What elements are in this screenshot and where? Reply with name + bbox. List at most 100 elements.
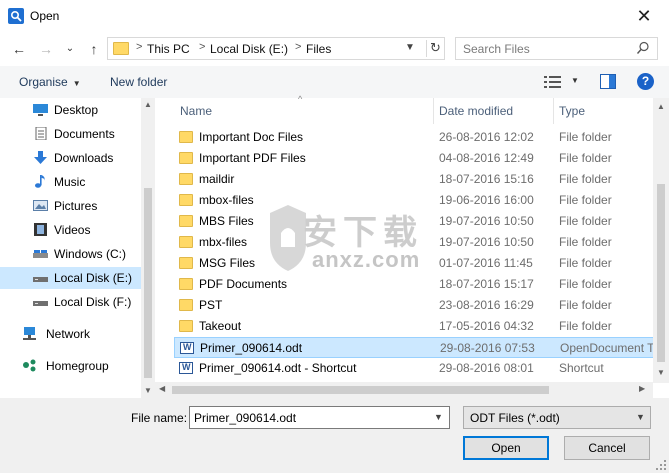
folder-icon [179,194,193,206]
breadcrumb-files[interactable]: Files [306,42,331,56]
scroll-down-icon[interactable]: ▼ [657,368,665,377]
file-row[interactable]: Important Doc Files 26-08-2016 12:02 File … [174,127,654,148]
file-row[interactable]: PST 23-08-2016 16:29 File folder [174,295,654,316]
file-row[interactable]: PDF Documents 18-07-2016 15:17 File folder [174,274,654,295]
column-header-type[interactable]: Type [553,98,653,124]
sidebar-item-label: Documents [54,127,115,141]
recent-locations-button[interactable]: ⌄ [61,40,79,58]
chevron-down-icon[interactable]: ▼ [571,76,579,85]
breadcrumb-local-disk-e[interactable]: Local Disk (E:) [210,42,288,56]
filetype-select[interactable]: ODT Files (*.odt) ▼ [463,406,651,429]
folder-icon [179,320,193,332]
desktop-icon [33,104,48,116]
folder-icon [179,257,193,269]
column-header-name[interactable]: Name [174,98,433,124]
search-box[interactable]: Search Files [455,37,658,60]
sidebar-scrollbar[interactable]: ▲ ▼ [141,98,155,398]
breadcrumb-this-pc[interactable]: This PC [147,42,190,56]
forward-button[interactable]: → [37,40,55,58]
up-button[interactable]: ↑ [85,40,103,58]
sidebar-item-label: Windows (C:) [54,247,127,261]
column-label: Type [559,104,586,118]
dialog-footer: File name: Primer_090614.odt ▼ ODT Files… [0,398,669,473]
scroll-up-icon[interactable]: ▲ [144,100,152,109]
new-folder-button[interactable]: New folder [110,75,167,89]
file-type: File folder [559,235,612,249]
file-type: File folder [559,277,612,291]
scroll-right-icon[interactable]: ▶ [639,384,645,393]
sidebar-item-local-disk-e[interactable]: Local Disk (E:) [0,267,141,289]
folder-icon [179,278,193,290]
sidebar-item-windows-c[interactable]: Windows (C:) [0,243,141,265]
organise-label: Organise [19,75,68,89]
sidebar-item-downloads[interactable]: Downloads [0,147,141,169]
sidebar-item-homegroup[interactable]: Homegroup [0,355,141,377]
chevron-down-icon[interactable]: ▼ [405,42,415,53]
file-row[interactable]: Primer_090614.odt - Shortcut 29-08-2016 0… [174,358,654,379]
close-button[interactable]: ✕ [626,4,662,28]
back-button[interactable]: ← [10,40,28,58]
scrollbar-thumb[interactable] [144,188,152,378]
file-type: File folder [559,172,612,186]
drive-icon [33,301,48,306]
search-input[interactable]: Search Files [463,42,530,56]
filename-input[interactable]: Primer_090614.odt [194,411,296,425]
file-date: 26-08-2016 12:02 [439,130,534,144]
breadcrumb-separator: > [295,41,302,53]
preview-pane-icon[interactable] [600,74,616,89]
chevron-down-icon: ▼ [72,79,81,88]
help-icon[interactable]: ? [637,73,654,90]
file-name: MBS Files [199,214,254,228]
chevron-down-icon[interactable]: ▼ [434,412,443,422]
file-type: File folder [559,193,612,207]
file-type: OpenDocument T [560,341,655,355]
scroll-down-icon[interactable]: ▼ [144,386,152,395]
address-bar[interactable]: > This PC > Local Disk (E:) > Files ▼ ↻ [107,37,445,60]
file-date: 19-07-2016 10:50 [439,235,534,249]
sidebar-item-network[interactable]: Network [0,323,141,345]
file-date: 18-07-2016 15:17 [439,277,534,291]
sidebar-item-desktop[interactable]: Desktop [0,99,141,121]
resize-grip-icon[interactable] [655,459,667,471]
sidebar-item-pictures[interactable]: Pictures [0,195,141,217]
cancel-button[interactable]: Cancel [564,436,650,460]
scrollbar-thumb[interactable] [657,184,665,362]
sidebar-item-label: Homegroup [46,359,109,373]
file-date: 01-07-2016 11:45 [439,256,533,270]
folder-icon [179,215,193,227]
file-row[interactable]: Takeout 17-05-2016 04:32 File folder [174,316,654,337]
file-row[interactable]: maildir 18-07-2016 15:16 File folder [174,169,654,190]
scrollbar-thumb[interactable] [172,386,549,394]
pictures-icon [33,200,48,211]
sidebar-item-label: Network [46,327,91,341]
sidebar-item-label: Local Disk (E:) [54,271,133,285]
open-button[interactable]: Open [463,436,549,460]
filename-combobox[interactable]: Primer_090614.odt ▼ [189,406,450,429]
file-list-vertical-scrollbar[interactable]: ▲ ▼ [653,98,669,383]
music-icon [35,175,45,188]
file-date: 18-07-2016 15:16 [439,172,534,186]
column-header-date[interactable]: Date modified [433,98,553,124]
file-date: 29-08-2016 07:53 [440,341,535,355]
file-row-selected[interactable]: Primer_090614.odt 29-08-2016 07:53 OpenDoc… [174,337,655,358]
file-type: File folder [559,151,612,165]
file-row[interactable]: Important PDF Files 04-08-2016 12:49 File … [174,148,654,169]
sidebar-item-videos[interactable]: Videos [0,219,141,241]
scroll-up-icon[interactable]: ▲ [657,102,665,111]
view-options-icon[interactable] [544,75,562,89]
shortcut-icon [179,362,193,374]
file-list-horizontal-scrollbar[interactable]: ◀ ▶ [155,382,653,398]
drive-icon [33,250,48,258]
sidebar-item-music[interactable]: Music [0,171,141,193]
sidebar-item-local-disk-f[interactable]: Local Disk (F:) [0,291,141,313]
breadcrumb-separator: > [199,41,206,53]
sidebar-item-documents[interactable]: Documents [0,123,141,145]
sidebar-item-label: Videos [54,223,91,237]
file-name: Takeout [199,319,242,333]
scroll-left-icon[interactable]: ◀ [159,384,165,393]
column-label: Name [180,104,213,118]
search-app-icon [8,8,24,24]
refresh-button[interactable]: ↻ [426,40,444,57]
sidebar-item-label: Desktop [54,103,99,117]
organise-button[interactable]: Organise ▼ [19,75,81,89]
